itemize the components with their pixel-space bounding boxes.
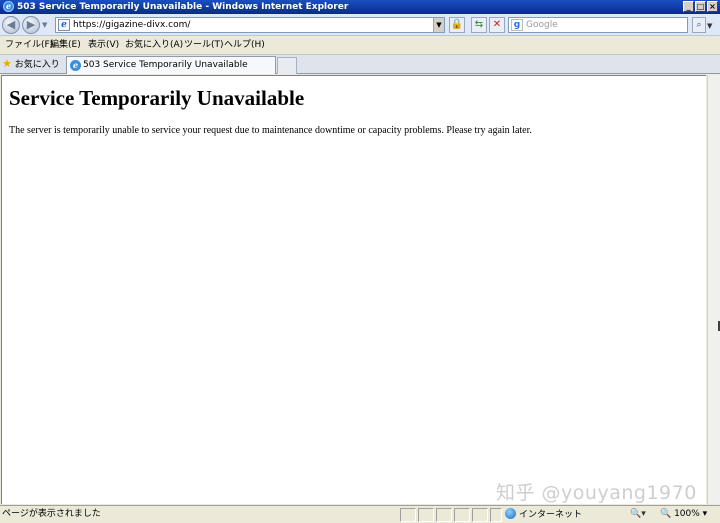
tab-label: 503 Service Temporarily Unavailable — [83, 60, 248, 70]
status-panel — [400, 508, 416, 522]
menu-help[interactable]: ヘルプ(H) — [224, 39, 265, 51]
refresh-icon[interactable]: ⇆ — [471, 17, 487, 33]
status-panel — [490, 508, 502, 522]
status-panel — [436, 508, 452, 522]
google-icon: g — [511, 19, 523, 31]
menu-bar: ファイル(F) 編集(E) 表示(V) お気に入り(A) ツール(T) ヘルプ(… — [0, 37, 720, 53]
back-button[interactable]: ◀ — [2, 16, 20, 34]
new-tab-button[interactable] — [277, 57, 297, 74]
vertical-scrollbar[interactable] — [707, 75, 720, 504]
watermark: 知乎 @youyang1970 — [496, 482, 697, 504]
globe-icon — [505, 508, 516, 519]
zoom-level: 100% — [674, 509, 700, 519]
minimize-button[interactable]: _ — [683, 1, 694, 12]
tab-active[interactable]: e 503 Service Temporarily Unavailable — [66, 56, 276, 74]
search-icon[interactable]: ⌕ — [692, 17, 706, 33]
search-options-icon[interactable]: ▼ — [707, 22, 712, 30]
ie-tab-icon: e — [70, 60, 81, 71]
address-field[interactable]: e https://gigazine-divx.com/ ▼ — [55, 17, 445, 33]
address-dropdown-icon[interactable]: ▼ — [433, 18, 444, 32]
favorites-label: お気に入り — [14, 60, 60, 70]
close-button[interactable]: × — [707, 1, 718, 12]
page-content: Service Temporarily Unavailable The serv… — [1, 75, 706, 504]
protected-mode-icon[interactable]: 🔍▾ — [630, 508, 646, 522]
ie-icon: e — [3, 1, 14, 12]
status-panel — [418, 508, 434, 522]
zone-label: インターネット — [519, 510, 583, 520]
search-field[interactable]: g Google — [508, 17, 688, 33]
forward-button[interactable]: ▶ — [22, 16, 40, 34]
status-bar: ページが表示されました インターネット 🔍▾ 🔍 100% ▾ — [0, 505, 720, 523]
zoom-control[interactable]: 🔍 100% ▾ — [660, 508, 707, 522]
security-zone[interactable]: インターネット — [505, 508, 582, 522]
stop-icon[interactable]: ✕ — [489, 17, 505, 33]
lock-icon[interactable]: 🔒 — [449, 17, 465, 33]
menu-edit[interactable]: 編集(E) — [50, 39, 81, 51]
window-controls: _ □ × — [682, 1, 718, 13]
menu-file[interactable]: ファイル(F) — [5, 39, 53, 51]
page-message: The server is temporarily unable to serv… — [9, 125, 532, 136]
star-icon: ★ — [2, 57, 12, 70]
favorites-button[interactable]: ★ お気に入り — [2, 57, 60, 72]
window-title: 503 Service Temporarily Unavailable - Wi… — [17, 2, 349, 12]
status-panel — [472, 508, 488, 522]
tab-bar: ★ お気に入り e 503 Service Temporarily Unavai… — [0, 54, 720, 74]
search-placeholder: Google — [526, 20, 558, 30]
page-heading: Service Temporarily Unavailable — [9, 86, 305, 110]
history-dropdown-icon[interactable]: ▼ — [42, 22, 48, 29]
menu-tools[interactable]: ツール(T) — [184, 39, 224, 51]
maximize-button[interactable]: □ — [695, 1, 706, 12]
status-text: ページが表示されました — [2, 509, 101, 519]
address-toolbar: ◀ ▶ ▼ e https://gigazine-divx.com/ ▼ 🔒 ⇆… — [0, 14, 720, 36]
url-text[interactable]: https://gigazine-divx.com/ — [73, 18, 190, 32]
menu-favorites[interactable]: お気に入り(A) — [125, 39, 183, 51]
title-bar: e 503 Service Temporarily Unavailable - … — [0, 0, 720, 14]
status-panel — [454, 508, 470, 522]
page-icon: e — [58, 19, 70, 31]
menu-view[interactable]: 表示(V) — [88, 39, 119, 51]
